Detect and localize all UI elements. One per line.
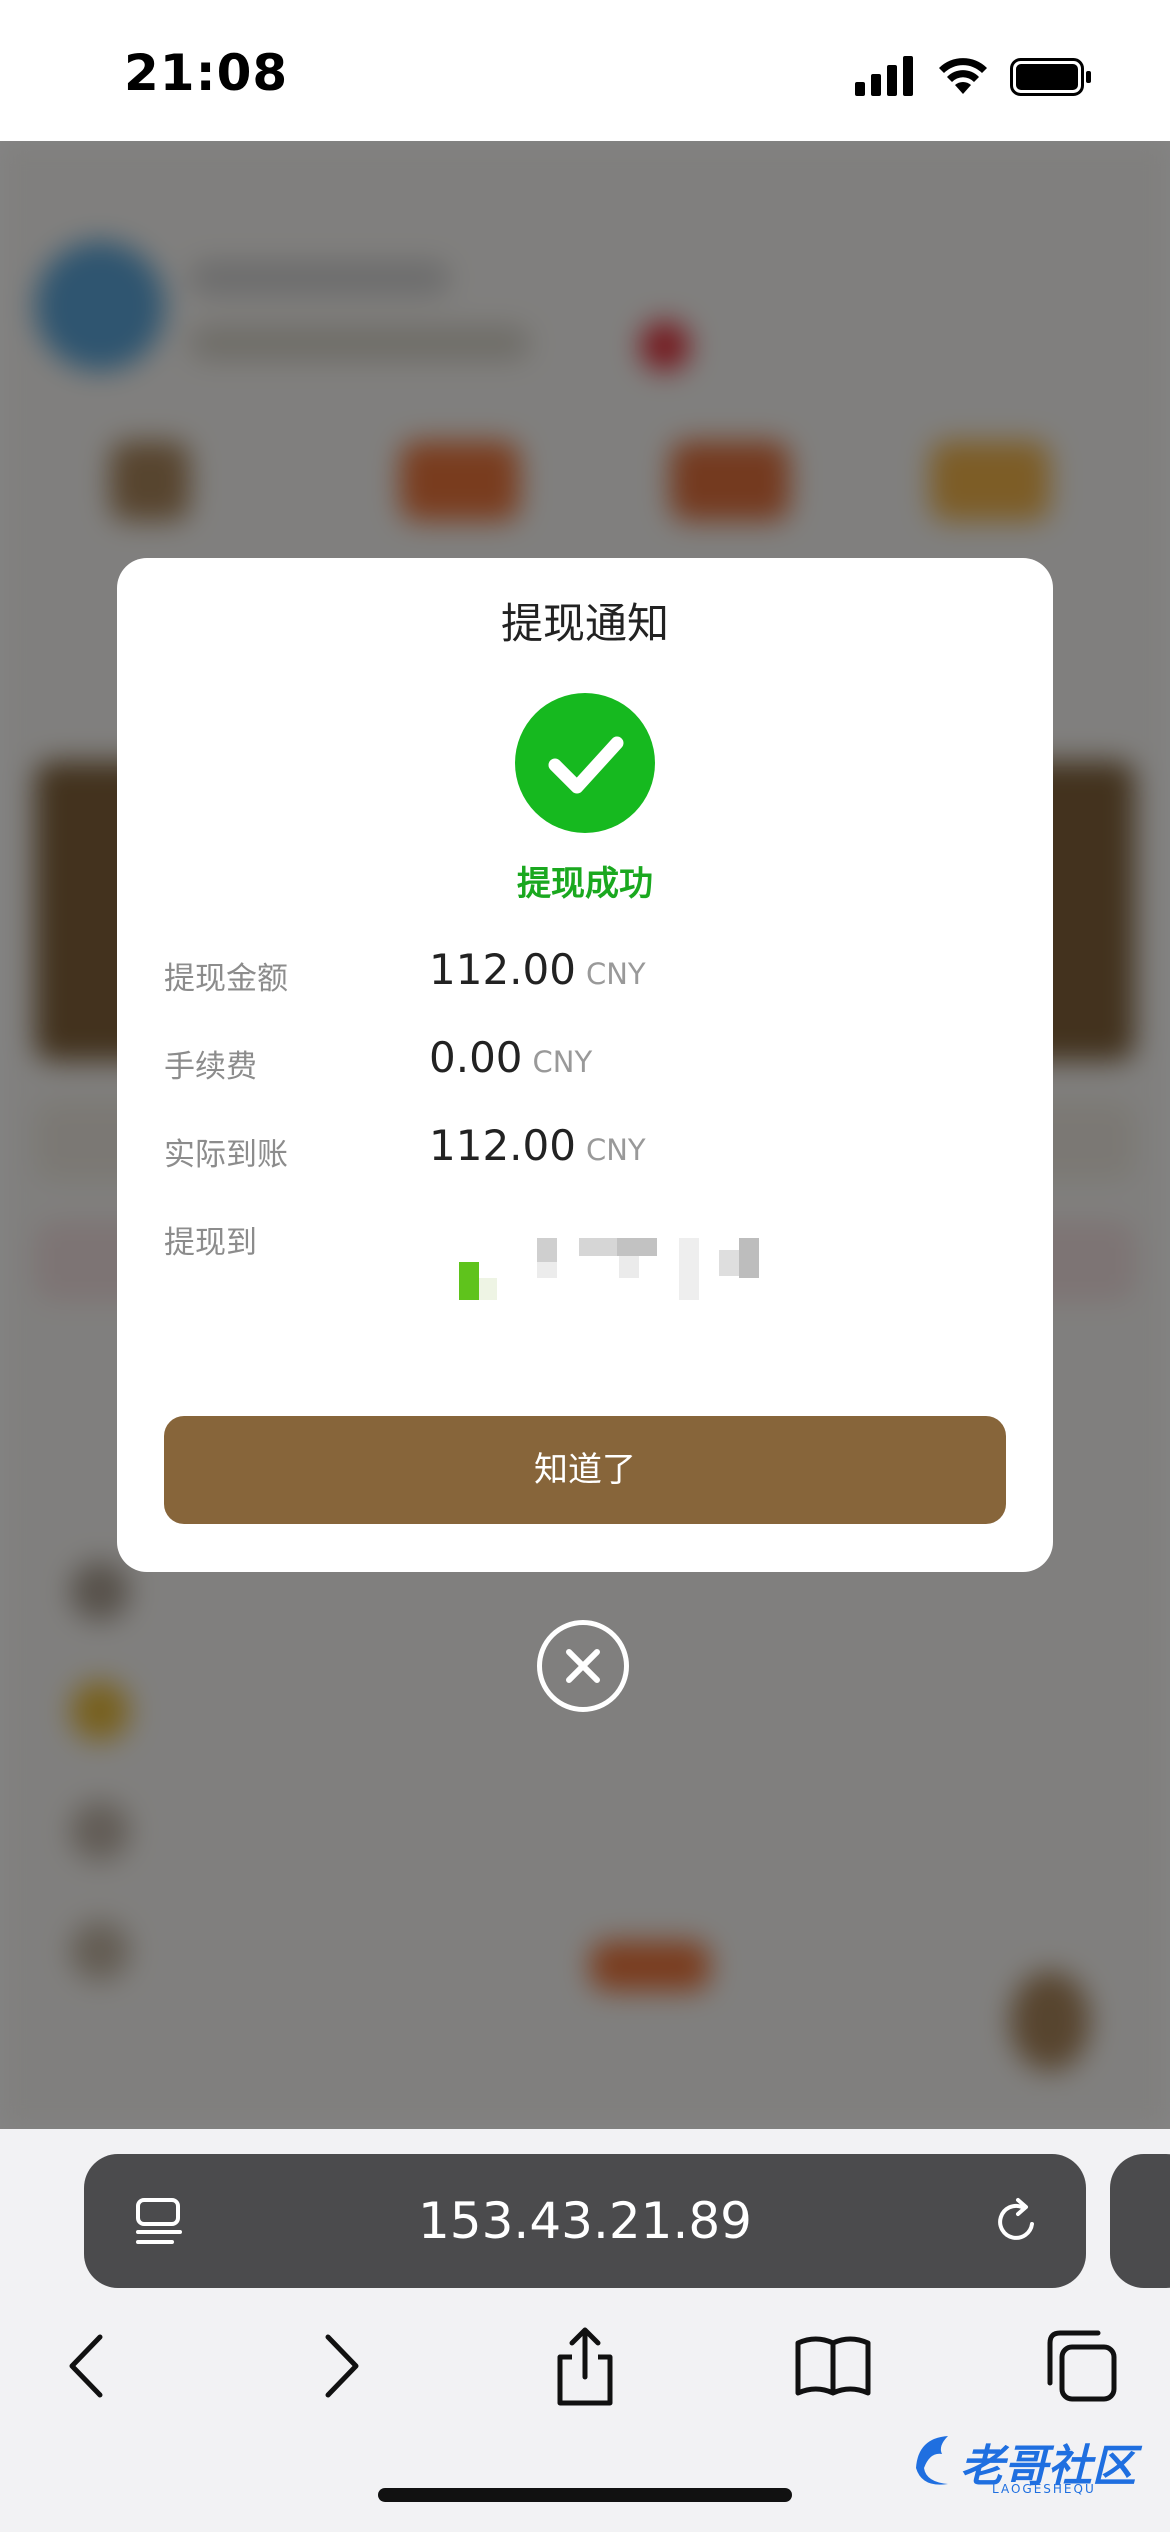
withdrawal-dialog: 提现通知 提现成功 提现金额 112.00 CNY 手续费 0.00 CNY 实际到… — [117, 558, 1053, 1572]
next-tab-pill[interactable] — [1110, 2154, 1170, 2288]
dialog-title: 提现通知 — [500, 599, 669, 648]
address-bar[interactable]: 153.43.21.89 — [84, 2154, 1086, 2288]
bookmarks-button[interactable] — [788, 2321, 878, 2411]
wifi-icon — [939, 58, 987, 94]
received-row: 实际到账 112.00 CNY — [164, 1121, 1006, 1181]
home-indicator[interactable] — [378, 2488, 792, 2502]
row-value: 112.00 CNY — [429, 945, 646, 994]
fee-value: 0.00 — [429, 1033, 523, 1082]
tabs-button[interactable] — [1036, 2321, 1126, 2411]
watermark-logo: 老哥社区 LAOGESHEQU — [908, 2426, 1158, 2498]
bookmarks-icon — [795, 2336, 871, 2396]
amount-row: 提现金额 112.00 CNY — [164, 945, 1006, 1005]
close-dialog-button[interactable] — [537, 1620, 629, 1712]
url-text: 153.43.21.89 — [418, 2192, 752, 2250]
success-status: 提现成功 — [517, 864, 653, 904]
row-label: 提现金额 — [164, 961, 288, 997]
forward-button[interactable] — [294, 2321, 384, 2411]
row-value: 112.00 CNY — [429, 1121, 646, 1170]
status-bar: 21:08 — [0, 0, 1170, 141]
received-value: 112.00 — [429, 1121, 576, 1170]
battery-icon — [1010, 58, 1091, 96]
status-time: 21:08 — [124, 44, 289, 102]
share-button[interactable] — [540, 2321, 630, 2411]
redacted-account — [459, 1238, 769, 1304]
fee-row: 手续费 0.00 CNY — [164, 1033, 1006, 1093]
row-label: 实际到账 — [164, 1137, 288, 1173]
back-button[interactable] — [44, 2321, 134, 2411]
currency-unit: CNY — [585, 957, 646, 991]
currency-unit: CNY — [585, 1133, 646, 1167]
forward-icon — [325, 2334, 359, 2398]
row-label: 提现到 — [164, 1225, 257, 1261]
check-icon — [548, 736, 624, 794]
share-icon — [557, 2327, 613, 2406]
screen: 21:08 提现通知 提现成功 提现金额 112.00 CNY 手续费 0.00… — [0, 0, 1170, 2532]
row-label: 手续费 — [164, 1049, 257, 1085]
back-icon — [69, 2334, 103, 2398]
watermark-subtext: LAOGESHEQU — [992, 2482, 1096, 2496]
close-icon — [566, 1649, 600, 1683]
tabs-icon — [1047, 2330, 1117, 2402]
confirm-button[interactable]: 知道了 — [164, 1416, 1006, 1524]
reload-icon[interactable] — [992, 2196, 1044, 2248]
row-value: 0.00 CNY — [429, 1033, 592, 1082]
amount-value: 112.00 — [429, 945, 576, 994]
signal-icon — [855, 56, 913, 96]
success-badge — [515, 693, 655, 833]
currency-unit: CNY — [532, 1045, 593, 1079]
